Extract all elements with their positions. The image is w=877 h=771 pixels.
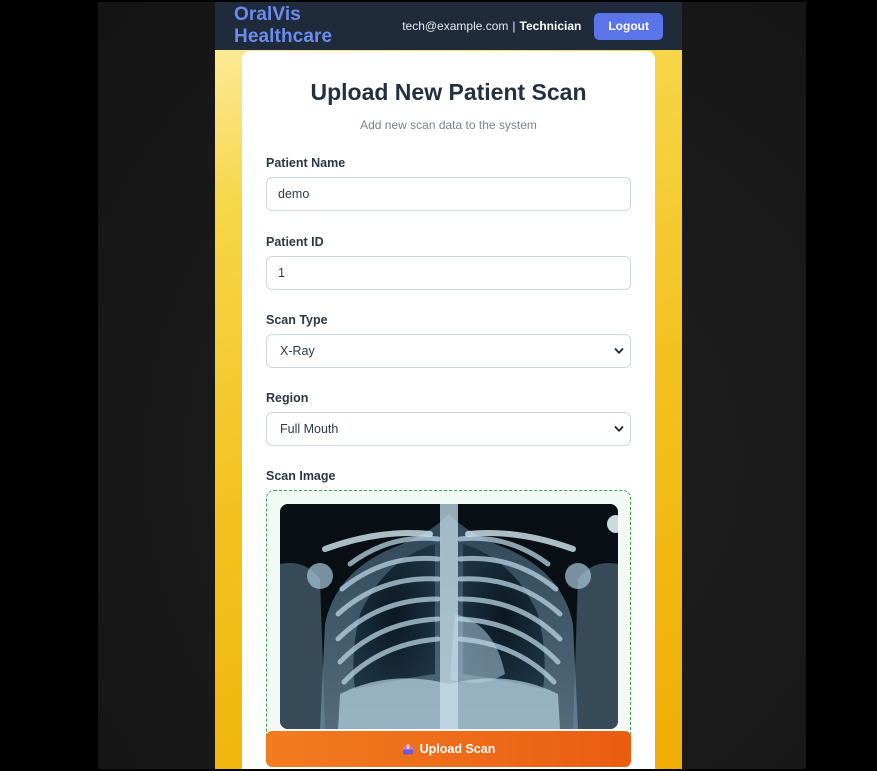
chest-xray-image xyxy=(280,504,618,729)
patient-id-input[interactable]: 1 xyxy=(266,256,631,290)
patient-name-input[interactable]: demo xyxy=(266,177,631,211)
separator: | xyxy=(512,19,516,33)
chevron-down-icon xyxy=(614,348,624,354)
region-label: Region xyxy=(266,391,309,405)
scan-type-select[interactable]: X-Ray xyxy=(266,334,631,368)
patient-name-label: Patient Name xyxy=(266,156,346,170)
page-subtitle: Add new scan data to the system xyxy=(360,118,537,132)
scan-image-preview xyxy=(280,504,618,729)
user-role: Technician xyxy=(519,19,582,33)
upload-box-icon xyxy=(402,743,413,755)
upload-scan-label: Upload Scan xyxy=(419,742,496,756)
scan-image-label: Scan Image xyxy=(266,469,336,483)
user-info: tech@example.com | Technician Logout xyxy=(402,12,663,40)
patient-id-value: 1 xyxy=(278,266,285,280)
region-select[interactable]: Full Mouth xyxy=(266,412,631,446)
page-title: Upload New Patient Scan xyxy=(310,79,587,105)
scan-type-value: X-Ray xyxy=(280,344,315,358)
logout-button[interactable]: Logout xyxy=(594,12,663,40)
scan-image-dropzone[interactable] xyxy=(266,490,631,743)
chevron-down-icon xyxy=(614,426,624,432)
upload-scan-button[interactable]: Upload Scan xyxy=(266,731,631,767)
brand-logo-text[interactable]: OralVis Healthcare xyxy=(234,4,402,48)
app-window: OralVis Healthcare tech@example.com | Te… xyxy=(215,2,682,769)
patient-name-value: demo xyxy=(278,187,310,201)
region-value: Full Mouth xyxy=(280,422,339,436)
patient-id-label: Patient ID xyxy=(266,235,324,249)
scan-type-label: Scan Type xyxy=(266,313,328,327)
user-email: tech@example.com xyxy=(402,19,509,33)
navbar: OralVis Healthcare tech@example.com | Te… xyxy=(215,2,682,50)
upload-form-card: Upload New Patient Scan Add new scan dat… xyxy=(242,51,655,769)
